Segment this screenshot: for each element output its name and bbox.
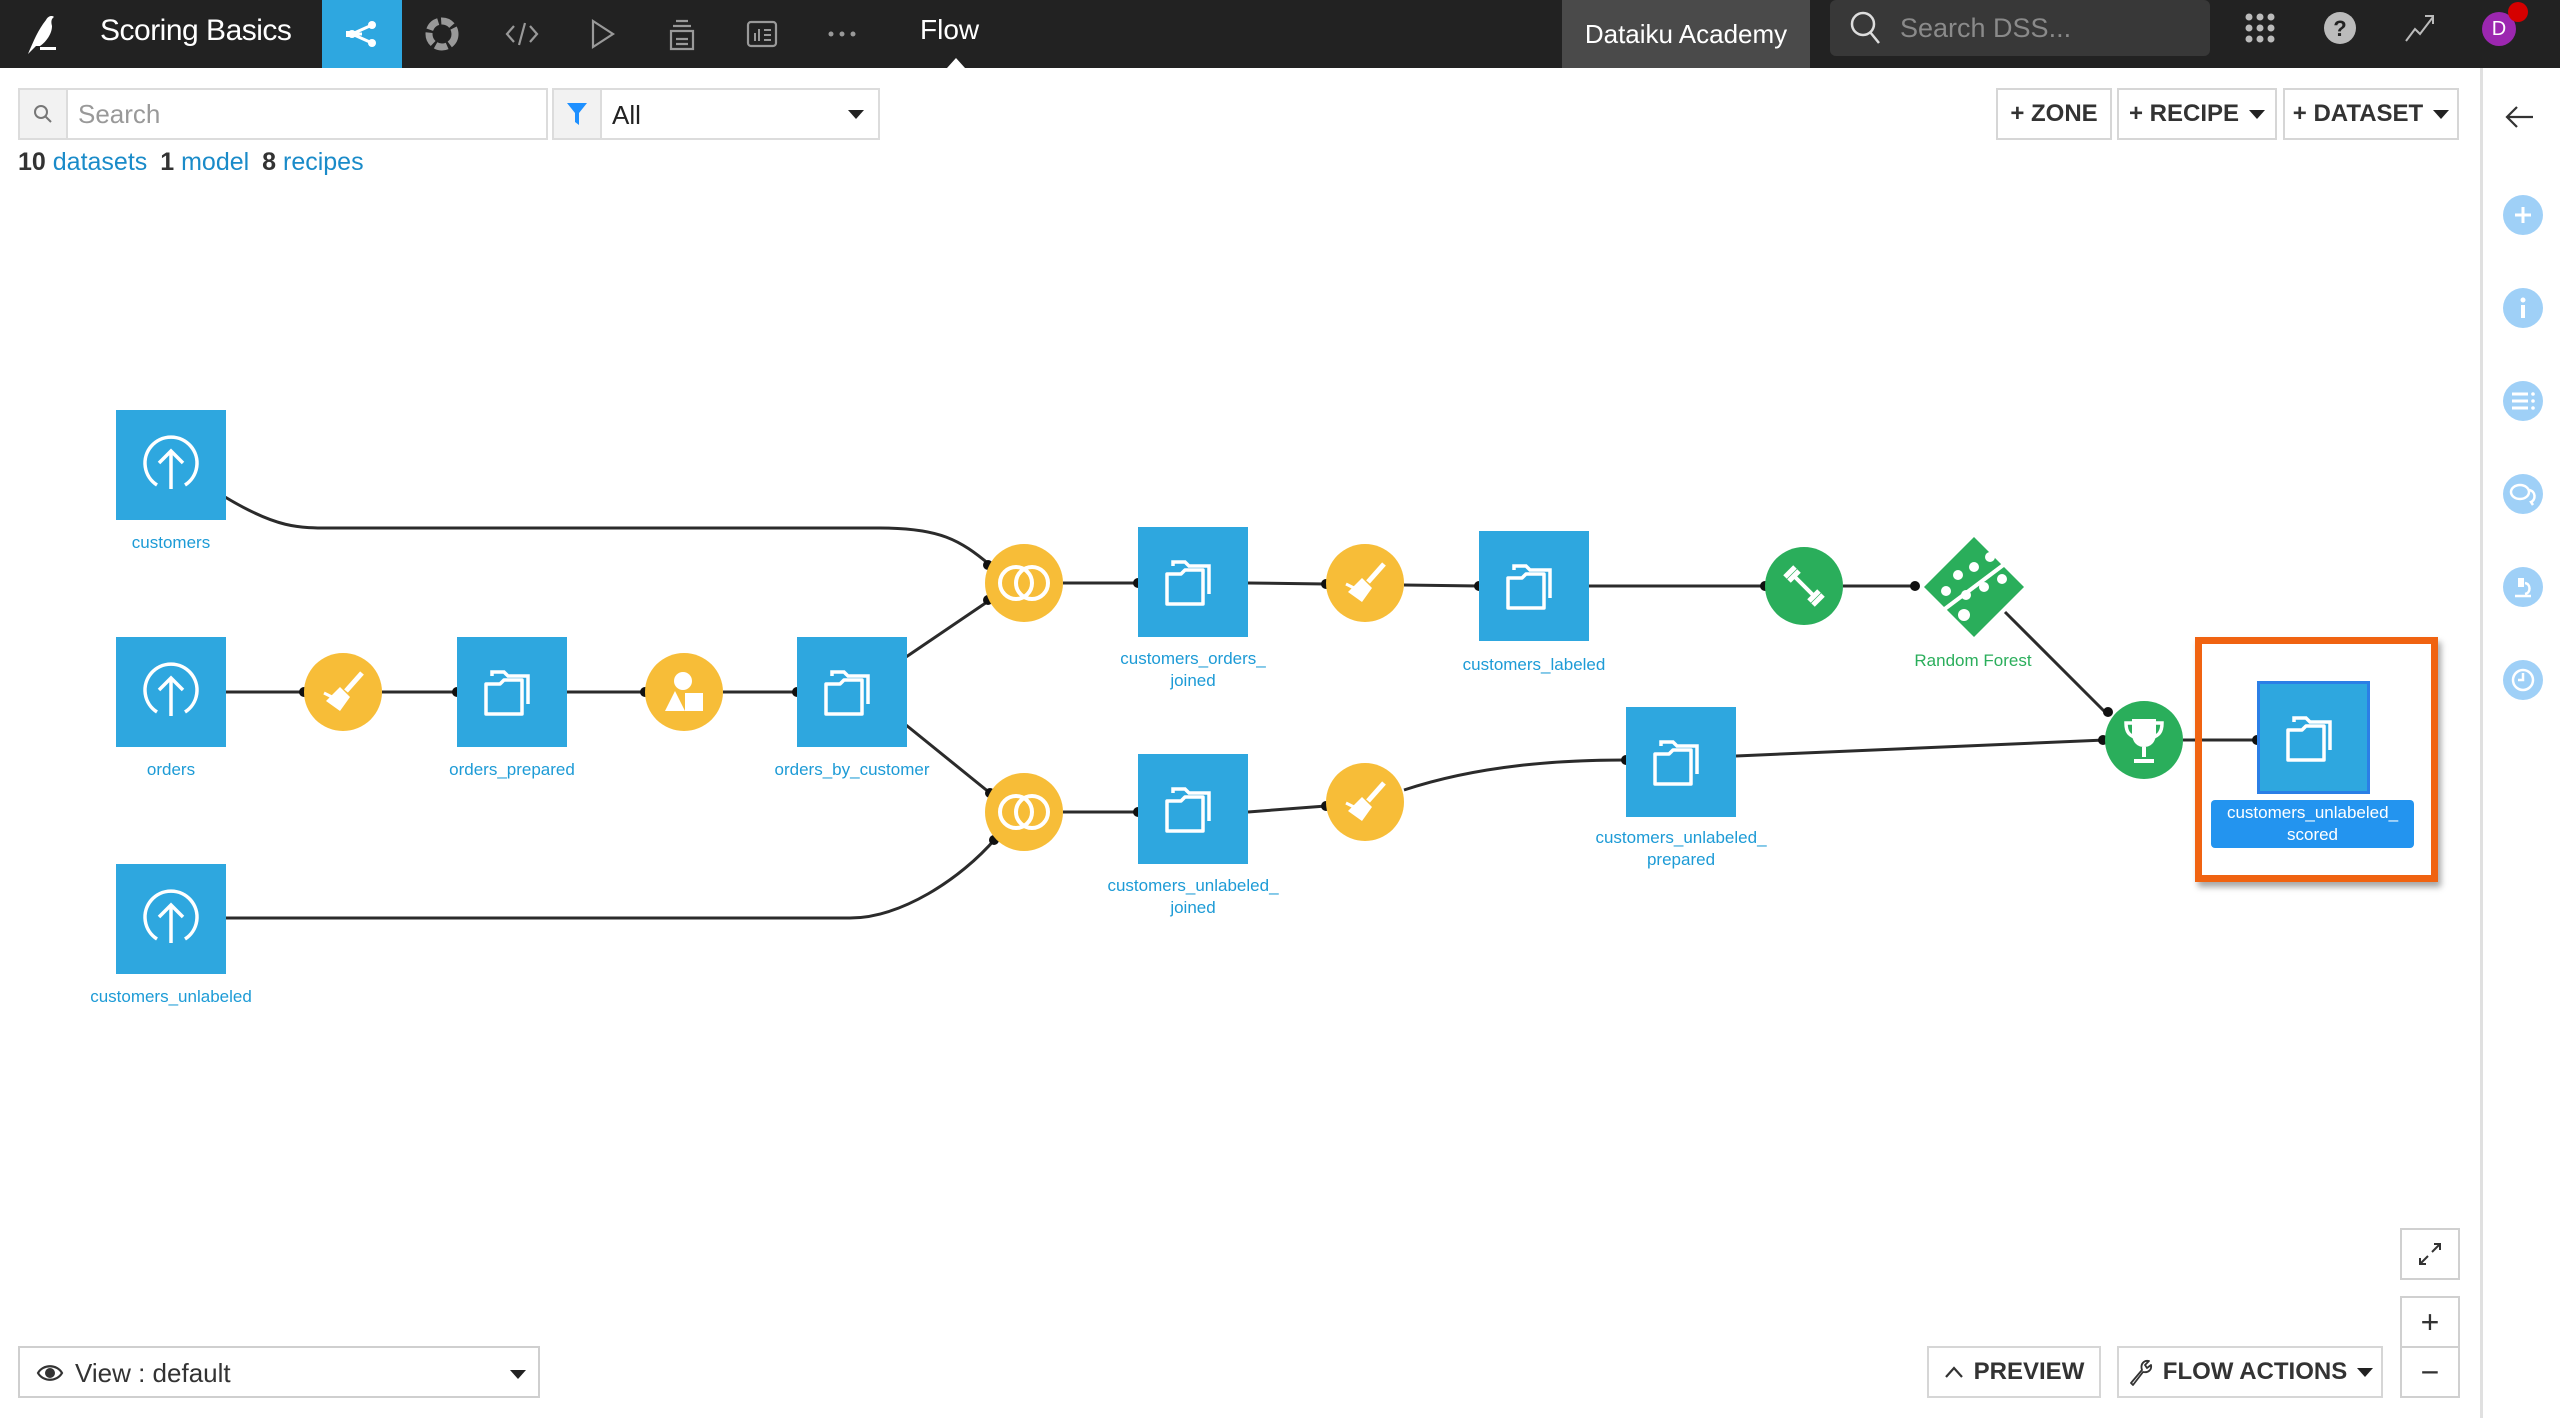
dataset-label[interactable]: customers xyxy=(51,532,291,554)
dataset-orders-by-customer[interactable] xyxy=(797,637,907,747)
dataset-customers-unlabeled-prepared[interactable] xyxy=(1626,707,1736,817)
expand-icon xyxy=(2419,1243,2441,1265)
trophy-icon xyxy=(2124,719,2164,763)
folder-icon xyxy=(1653,740,1699,786)
info-icon[interactable] xyxy=(2503,288,2543,328)
dataset-label[interactable]: customers_unlabeled xyxy=(51,986,291,1008)
details-list-icon[interactable] xyxy=(2503,381,2543,421)
saved-model-random-forest[interactable] xyxy=(1922,535,2026,639)
notification-badge[interactable] xyxy=(2508,2,2528,22)
join-recipe-customers-unlabeled[interactable] xyxy=(985,773,1063,851)
dataset-label[interactable]: customers_unlabeled_ prepared xyxy=(1561,827,1801,871)
upload-icon xyxy=(143,662,199,716)
flow-actions-button[interactable]: FLOW ACTIONS xyxy=(2117,1346,2383,1398)
edge-cu-join2 xyxy=(225,837,998,920)
dataset-customers[interactable] xyxy=(116,410,226,520)
dataset-customers-orders-joined[interactable] xyxy=(1138,527,1248,637)
dataset-label[interactable]: customers_orders_ joined xyxy=(1073,648,1313,692)
dataset-label[interactable]: customers_labeled xyxy=(1414,654,1654,676)
train-recipe[interactable] xyxy=(1765,547,1843,625)
flow-actions-label: FLOW ACTIONS xyxy=(2162,1358,2348,1385)
broom-icon xyxy=(323,671,364,711)
edge-obc-join1 xyxy=(905,598,991,659)
fit-to-screen-button[interactable] xyxy=(2400,1228,2460,1280)
discussions-icon[interactable] xyxy=(2503,474,2543,514)
eye-icon xyxy=(36,1362,64,1389)
dataset-label[interactable]: orders_prepared xyxy=(392,759,632,781)
dataset-label[interactable]: orders xyxy=(51,759,291,781)
upload-icon xyxy=(143,435,199,489)
back-arrow-icon[interactable] xyxy=(2503,102,2537,137)
folder-icon xyxy=(484,670,530,716)
zoom-in-button[interactable]: + xyxy=(2400,1296,2460,1348)
zoom-out-button[interactable]: − xyxy=(2400,1346,2460,1398)
model-label[interactable]: Random Forest xyxy=(1853,650,2093,672)
edge-coj-prepare2 xyxy=(1247,581,1327,586)
prepare-recipe-unlabeled[interactable] xyxy=(1326,763,1404,841)
timeline-clock-icon[interactable] xyxy=(2503,660,2543,700)
chevron-down-icon xyxy=(510,1370,526,1379)
dataset-customers-unlabeled[interactable] xyxy=(116,864,226,974)
group-shapes-icon xyxy=(665,672,703,711)
dataset-label[interactable]: orders_by_customer xyxy=(732,759,972,781)
upload-icon xyxy=(143,889,199,943)
join-icon xyxy=(998,794,1050,830)
folder-icon xyxy=(1165,787,1211,833)
join-icon xyxy=(998,565,1050,601)
edge-customers-join1 xyxy=(224,495,991,567)
chevron-down-icon xyxy=(2357,1367,2374,1377)
edge-prepare2-labeled xyxy=(1403,583,1480,588)
edge-port-dot xyxy=(1910,581,1920,591)
folder-icon xyxy=(824,670,870,716)
broom-icon xyxy=(1345,562,1386,602)
folder-icon xyxy=(1506,564,1552,610)
group-recipe[interactable] xyxy=(645,653,723,731)
dataset-customers-labeled[interactable] xyxy=(1479,531,1589,641)
wrench-icon xyxy=(2129,1359,2152,1386)
chevron-up-icon xyxy=(1944,1366,1963,1378)
add-icon[interactable] xyxy=(2503,195,2543,235)
selected-dataset-label[interactable]: customers_unlabeled_ scored xyxy=(2211,800,2414,848)
prepare-recipe-orders[interactable] xyxy=(304,653,382,731)
edge-cup-score xyxy=(1735,738,2106,758)
dataset-label[interactable]: customers_unlabeled_ joined xyxy=(1073,875,1313,919)
dumbbell-icon xyxy=(1783,565,1825,607)
lab-microscope-icon[interactable] xyxy=(2503,567,2543,607)
preview-label: PREVIEW xyxy=(1973,1358,2085,1385)
minus-icon: − xyxy=(2420,1353,2440,1390)
model-diamond-icon xyxy=(1924,537,2024,637)
join-recipe-customers-orders[interactable] xyxy=(985,544,1063,622)
plus-icon: + xyxy=(2420,1303,2440,1340)
folder-icon xyxy=(2285,715,2332,762)
dataset-orders[interactable] xyxy=(116,637,226,747)
score-recipe[interactable] xyxy=(2105,701,2183,779)
prepare-recipe-labeled[interactable] xyxy=(1326,544,1404,622)
edge-cuj-prepare3 xyxy=(1247,804,1327,814)
edge-prepare3-cup xyxy=(1403,758,1627,792)
broom-icon xyxy=(1345,781,1386,821)
view-select[interactable]: View : default xyxy=(18,1346,540,1398)
dataset-customers-unlabeled-scored[interactable] xyxy=(2257,681,2370,794)
preview-button[interactable]: PREVIEW xyxy=(1927,1346,2101,1398)
edge-port-dot xyxy=(2103,707,2113,717)
dataset-customers-unlabeled-joined[interactable] xyxy=(1138,754,1248,864)
right-side-panel xyxy=(2480,68,2560,1418)
dataset-orders-prepared[interactable] xyxy=(457,637,567,747)
folder-icon xyxy=(1165,560,1211,606)
view-label: View : default xyxy=(75,1358,231,1388)
